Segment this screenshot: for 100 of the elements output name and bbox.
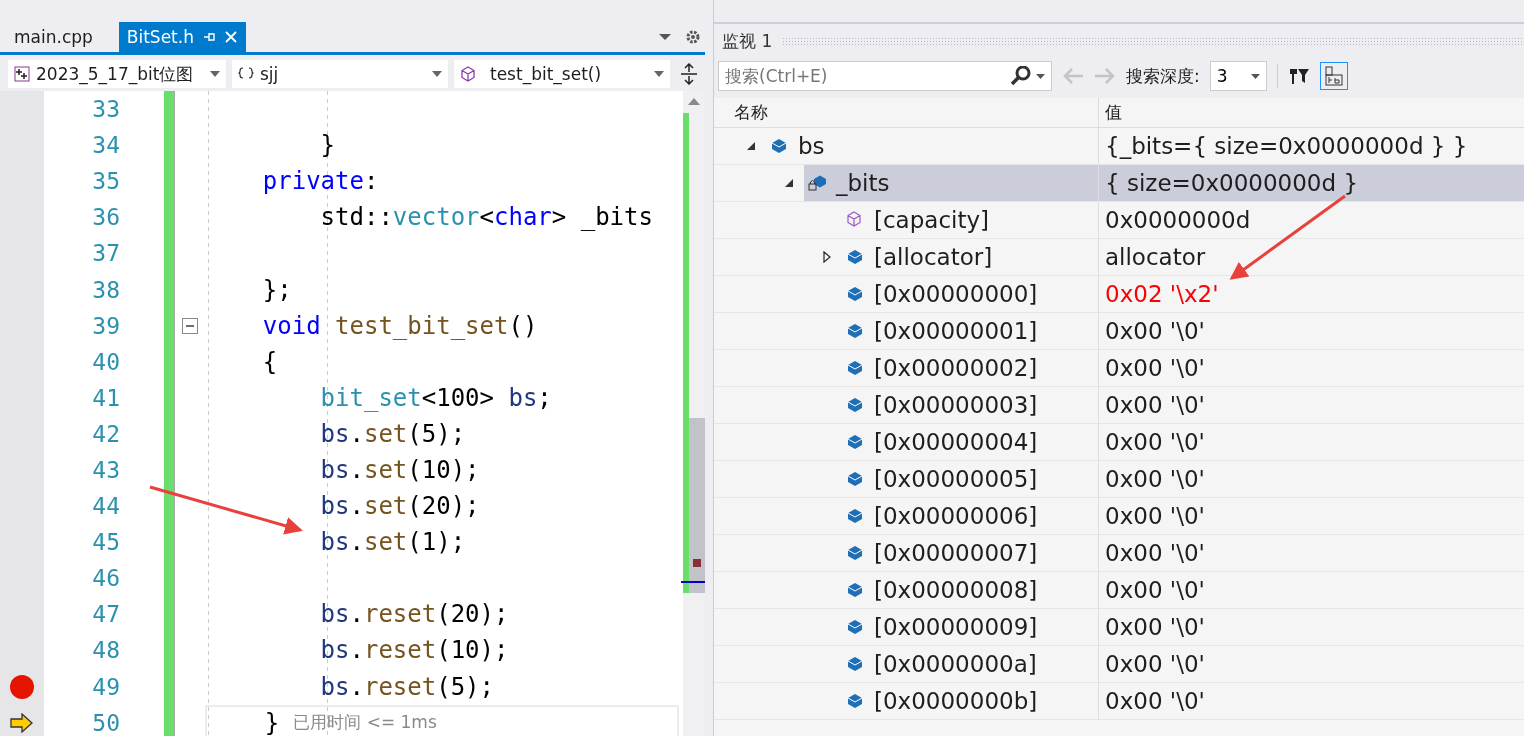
code-line: bs.set(1);: [319, 528, 466, 557]
project-icon: [14, 66, 30, 82]
navigation-dropdown[interactable]: sjj: [232, 60, 448, 88]
variable-name: [0x00000006]: [874, 503, 1038, 529]
depth-dropdown[interactable]: 3: [1209, 61, 1267, 91]
watch-row[interactable]: [0x00000008]: [842, 572, 1098, 608]
line-number: 49: [92, 673, 120, 700]
variable-name: [0x00000005]: [874, 466, 1038, 492]
close-icon: [223, 30, 238, 44]
search-icon: [1010, 66, 1032, 86]
watch-row[interactable]: [0x0000000b]: [842, 683, 1098, 719]
variable-value: 0x00 '\0': [1105, 318, 1205, 344]
line-number: 44: [92, 493, 120, 520]
watch-row[interactable]: [capacity]: [842, 202, 1098, 238]
watch-row[interactable]: bs: [766, 128, 1098, 164]
expanded-icon[interactable]: [746, 141, 756, 151]
watch-row[interactable]: [0x00000004]: [842, 424, 1098, 460]
code-line: bit_set<100> bs;: [319, 383, 552, 412]
variable-name: bs: [798, 133, 825, 159]
caret-icon: [432, 71, 442, 77]
caret-icon: [654, 71, 664, 77]
code-line: bs.reset(20);: [319, 600, 509, 629]
variable-value: 0x00 '\0': [1105, 614, 1205, 640]
watch-row[interactable]: [0x00000002]: [842, 350, 1098, 386]
line-number: 33: [92, 96, 120, 123]
variable-value: 0x00 '\0': [1105, 540, 1205, 566]
variable-name: [0x00000008]: [874, 577, 1038, 603]
caret-icon: [210, 71, 220, 77]
watch-row[interactable]: [0x0000000a]: [842, 646, 1098, 682]
hex-toggle-button[interactable]: [1319, 62, 1348, 90]
variable-name: [allocator]: [874, 244, 993, 270]
variable-value: 0x00 '\0': [1105, 466, 1205, 492]
caret-marker: [681, 581, 705, 583]
depth-label: 搜索深度:: [1126, 64, 1200, 88]
code-line: std::vector<char> _bits: [319, 203, 653, 232]
watch-row[interactable]: [0x00000001]: [842, 313, 1098, 349]
property-icon: [846, 211, 864, 229]
object-icon: [846, 285, 864, 303]
line-number: 36: [92, 204, 120, 231]
column-header[interactable]: 名称: [714, 98, 1099, 127]
code-line: }: [319, 131, 336, 160]
variable-name: [0x0000000b]: [874, 688, 1038, 714]
navigation-dropdown[interactable]: test_bit_set(): [454, 60, 670, 88]
breakpoint-marker-icon: [693, 559, 701, 567]
code-line: bs.reset(5);: [319, 672, 494, 701]
code-line: bs.set(20);: [319, 492, 480, 521]
variable-value: allocator: [1105, 244, 1206, 270]
object-icon: [846, 544, 864, 562]
watch-row[interactable]: _bits: [804, 165, 1098, 201]
variable-value: 0x00 '\0': [1105, 392, 1205, 418]
watch-row[interactable]: [0x00000007]: [842, 535, 1098, 571]
line-number: 34: [92, 132, 120, 159]
object-icon: [846, 470, 864, 488]
line-number: 40: [92, 348, 120, 375]
collapsed-icon[interactable]: [822, 251, 832, 263]
navigation-dropdown[interactable]: 2023_5_17_bit位图: [8, 60, 226, 88]
file-tab[interactable]: main.cpp: [6, 22, 101, 52]
elapsed-time-tip: 已用时间 <= 1ms: [293, 711, 437, 735]
variable-value: 0x00 '\0': [1105, 688, 1205, 714]
variable-name: [0x00000004]: [874, 429, 1038, 455]
line-number: 37: [92, 240, 120, 267]
object-icon: [846, 692, 864, 710]
variable-name: _bits: [836, 170, 890, 196]
object-icon: [846, 396, 864, 414]
variable-value: {_bits={ size=0x0000000d } }: [1105, 133, 1468, 159]
variable-name: [capacity]: [874, 207, 990, 233]
watch-row[interactable]: [0x00000003]: [842, 387, 1098, 423]
variable-name: [0x00000002]: [874, 355, 1038, 381]
variable-name: [0x00000009]: [874, 614, 1038, 640]
search-input[interactable]: 搜索(Ctrl+E): [719, 66, 1006, 86]
line-number: 47: [92, 601, 120, 628]
column-header[interactable]: 值: [1099, 98, 1524, 127]
watch-row[interactable]: [0x00000005]: [842, 461, 1098, 497]
code-line: bs.set(5);: [319, 419, 466, 448]
line-number: 48: [92, 637, 120, 664]
object-icon: [846, 655, 864, 673]
variable-name: [0x0000000a]: [874, 651, 1037, 677]
cube-icon: [460, 66, 476, 82]
object-icon: [846, 248, 864, 266]
expanded-icon[interactable]: [784, 178, 794, 188]
watch-row[interactable]: [allocator]: [842, 239, 1098, 275]
pin-icon: [201, 30, 216, 44]
search-field[interactable]: 搜索(Ctrl+E): [718, 61, 1052, 91]
collapse-icon[interactable]: [182, 317, 198, 334]
variable-value: { size=0x0000000d }: [1105, 170, 1359, 196]
scroll-thumb[interactable]: [689, 418, 705, 593]
line-number: 45: [92, 529, 120, 556]
line-number: 43: [92, 457, 120, 483]
forward-arrow-icon: [1094, 67, 1116, 85]
watch-row[interactable]: [0x00000000]: [842, 276, 1098, 312]
caret-icon: [1250, 73, 1260, 79]
private-field-icon: [808, 174, 826, 192]
watch-row[interactable]: [0x00000006]: [842, 498, 1098, 534]
object-icon: [846, 322, 864, 340]
object-icon: [846, 507, 864, 525]
line-number: 50: [92, 709, 120, 736]
watch-row[interactable]: [0x00000009]: [842, 609, 1098, 645]
filter-icon: [1287, 66, 1310, 86]
settings-icon: [685, 29, 701, 45]
file-tab[interactable]: BitSet.h: [118, 22, 246, 52]
